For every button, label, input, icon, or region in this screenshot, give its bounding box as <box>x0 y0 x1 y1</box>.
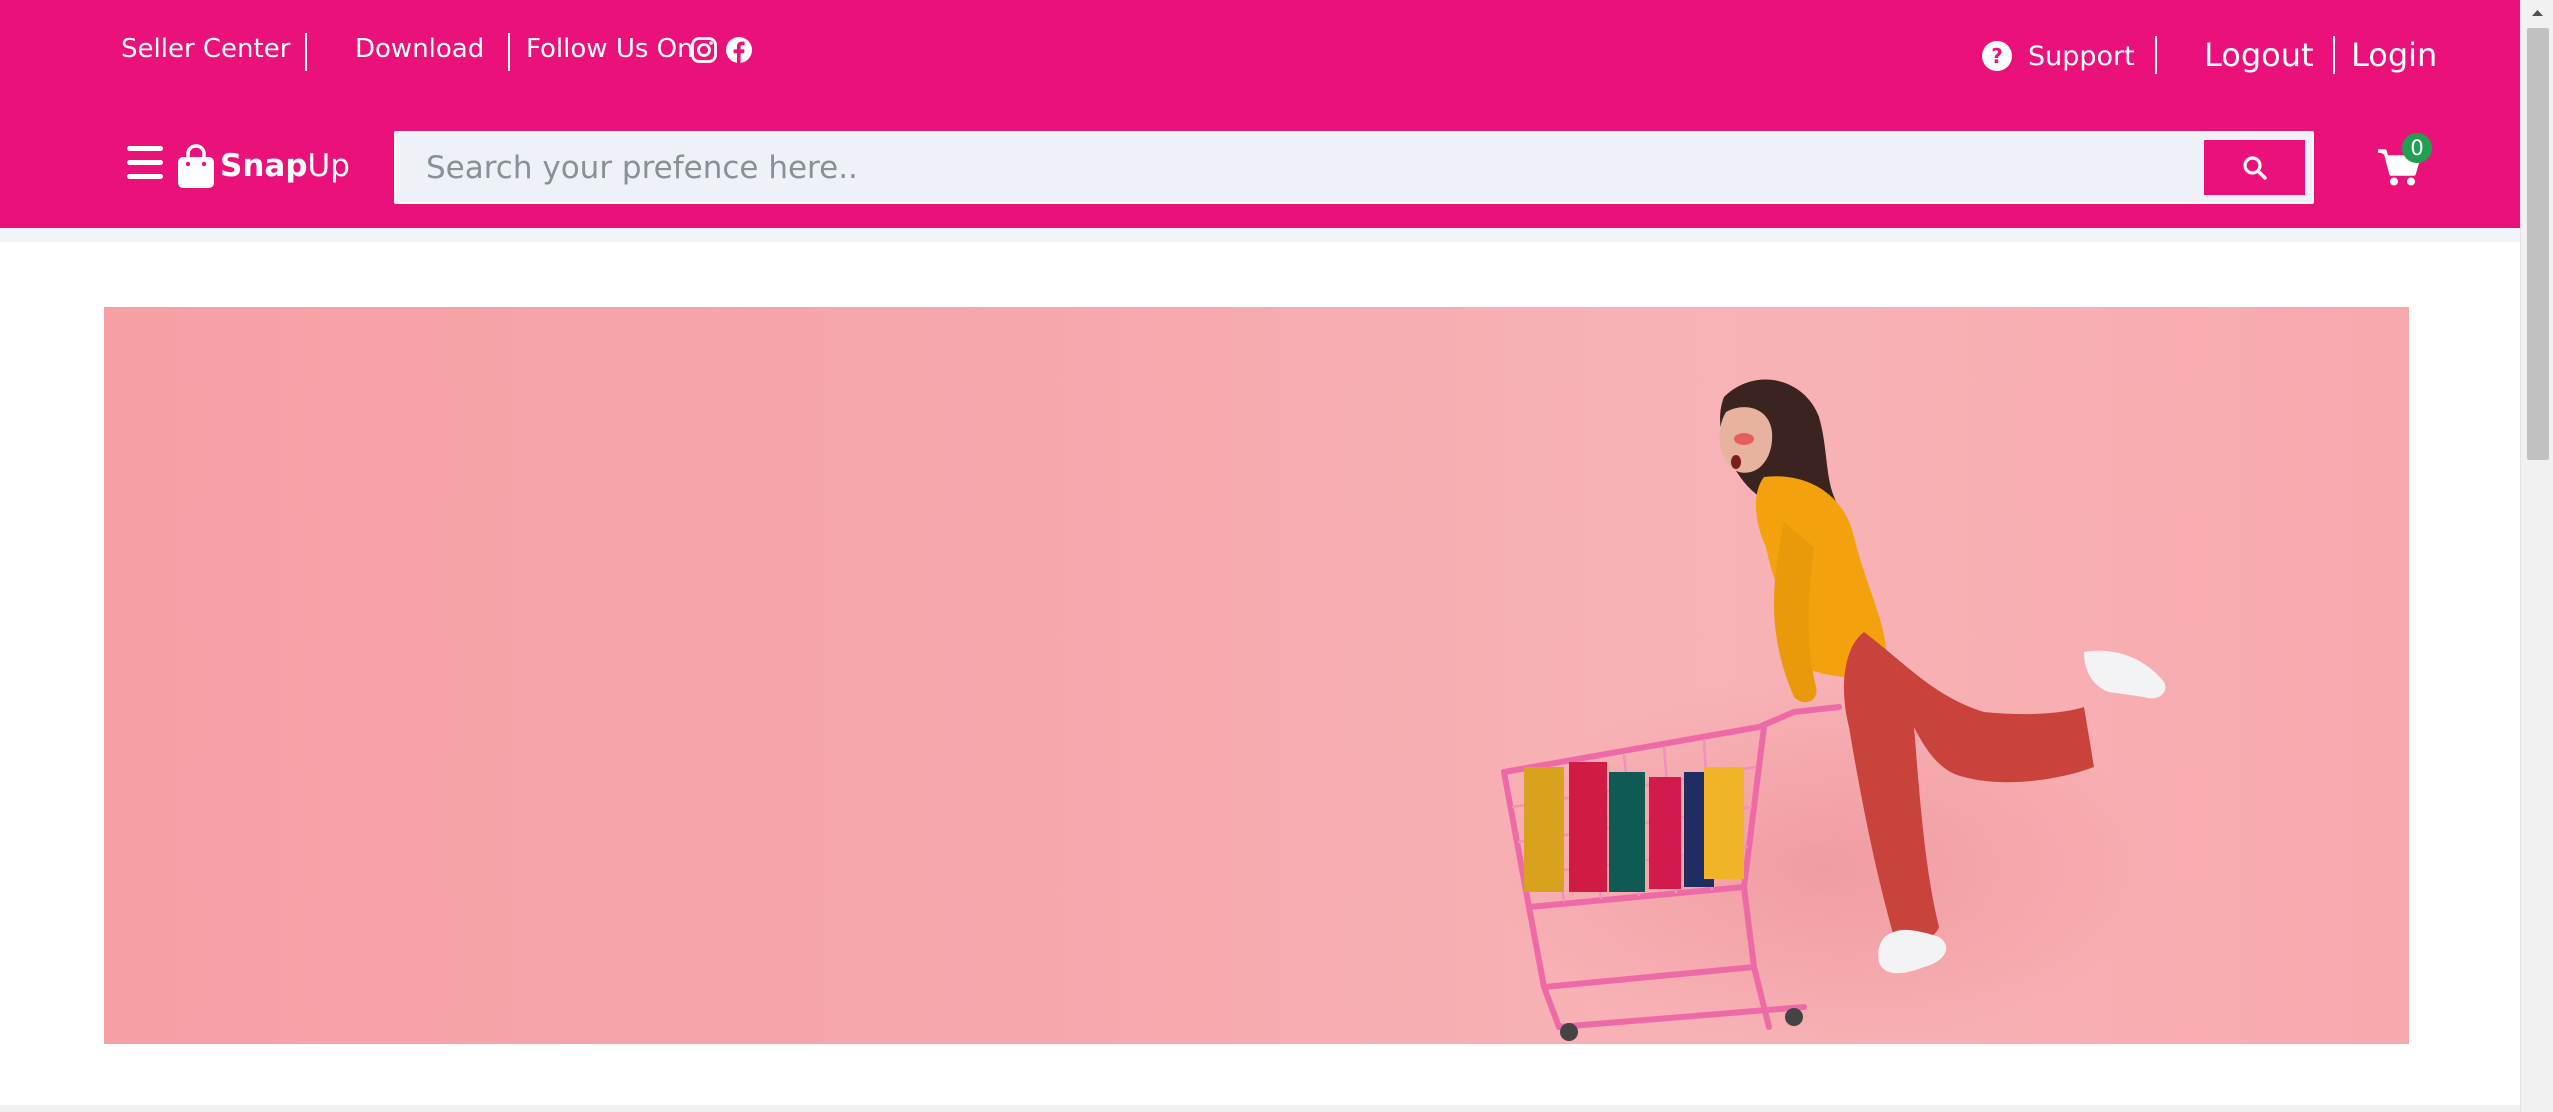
page-bottom-divider <box>0 1105 2520 1112</box>
download-link[interactable]: Download <box>355 34 484 64</box>
brand-logo[interactable]: SnapUp <box>220 148 350 184</box>
instagram-icon[interactable] <box>690 36 718 64</box>
question-icon: ? <box>1982 41 2012 71</box>
vertical-scrollbar[interactable] <box>2520 0 2553 1112</box>
hero-banner[interactable] <box>104 307 2409 1044</box>
logout-link[interactable]: Logout <box>2204 36 2314 74</box>
search-icon <box>2243 156 2267 180</box>
brand-name-bold: Snap <box>220 148 308 184</box>
login-link[interactable]: Login <box>2351 36 2437 74</box>
brand-name-light: Up <box>307 148 350 184</box>
header-underline <box>0 228 2520 242</box>
divider <box>508 33 510 71</box>
cart-count-badge: 0 <box>2402 133 2432 163</box>
top-bar: Seller Center Download Follow Us On ? Su… <box>0 0 2520 105</box>
divider <box>2333 36 2335 74</box>
shopping-bag-icon <box>178 144 214 188</box>
menu-icon[interactable] <box>127 146 163 180</box>
support-link[interactable]: ? Support <box>1982 38 2135 74</box>
search-input[interactable] <box>426 133 2166 202</box>
woman-with-shopping-cart-image <box>1494 379 2166 1044</box>
search-button[interactable] <box>2204 140 2305 195</box>
support-label: Support <box>2028 40 2135 72</box>
divider <box>305 33 307 71</box>
scrollbar-thumb[interactable] <box>2527 28 2549 460</box>
divider <box>2155 36 2157 74</box>
site-header: Seller Center Download Follow Us On ? Su… <box>0 0 2520 228</box>
follow-us-label: Follow Us On <box>526 34 694 64</box>
search-bar <box>394 131 2314 204</box>
scroll-up-arrow-icon[interactable] <box>2521 0 2553 26</box>
facebook-icon[interactable] <box>725 36 753 64</box>
seller-center-link[interactable]: Seller Center <box>121 34 290 64</box>
